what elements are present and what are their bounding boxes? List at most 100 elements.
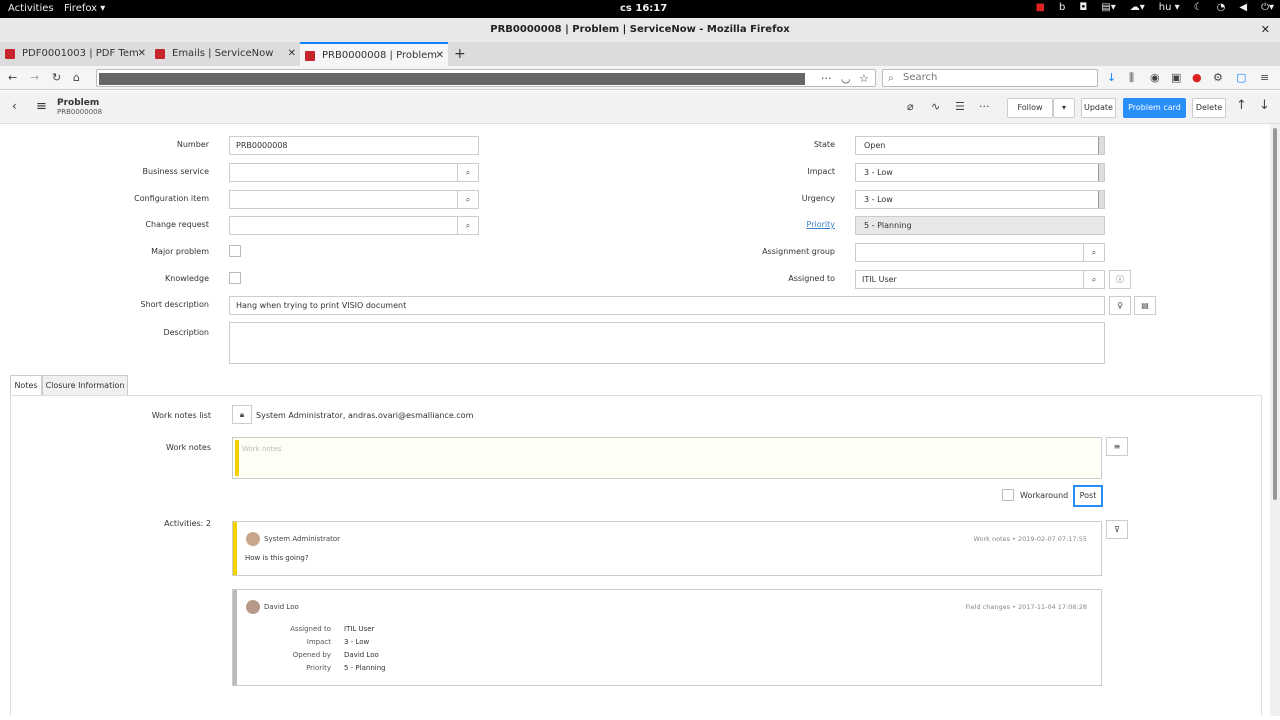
- library-icon[interactable]: ⫼: [1129, 71, 1134, 85]
- pocket-icon[interactable]: ◡: [841, 72, 851, 85]
- sidebar-icon[interactable]: ▣: [1171, 71, 1181, 84]
- tab-close-icon[interactable]: ✕: [436, 44, 444, 66]
- form-header: ‹ ≡ Problem PRB0000008 ⌀ ∿ ☰ ··· Follow …: [0, 91, 1280, 124]
- extension-icon[interactable]: ⚙: [1213, 71, 1223, 84]
- night-light-icon[interactable]: ☾: [1194, 2, 1203, 13]
- workaround-label: Workaround: [1020, 491, 1069, 500]
- major-problem-checkbox[interactable]: [229, 245, 241, 257]
- short-description-options-icon[interactable]: ▤: [1134, 296, 1156, 315]
- app-menu[interactable]: Firefox ▾: [64, 3, 105, 14]
- number-label: Number: [176, 140, 209, 149]
- bookmark-star-icon[interactable]: ☆: [859, 72, 869, 85]
- configuration-item-field[interactable]: [229, 190, 458, 209]
- forward-icon[interactable]: →: [30, 71, 39, 84]
- new-tab-icon[interactable]: +: [454, 42, 466, 66]
- sync-icon[interactable]: ◉: [1150, 71, 1160, 84]
- previous-record-icon[interactable]: ↑: [1236, 98, 1247, 113]
- activity-icon[interactable]: ∿: [931, 100, 940, 113]
- post-button[interactable]: Post: [1073, 485, 1103, 507]
- menu-icon[interactable]: ≡: [1260, 71, 1269, 84]
- tab-pdf-template[interactable]: PDF0001003 | PDF Tem ✕: [0, 42, 150, 66]
- servicenow-favicon-icon: [155, 49, 165, 59]
- work-notes-highlight-bar: [235, 440, 239, 476]
- priority-link[interactable]: Priority: [635, 220, 835, 229]
- business-service-field[interactable]: [229, 163, 458, 182]
- bing-icon[interactable]: b: [1059, 2, 1065, 13]
- personalize-icon[interactable]: ☰: [955, 100, 965, 113]
- change-request-field[interactable]: [229, 216, 458, 235]
- follow-dropdown-icon[interactable]: ▾: [1053, 98, 1075, 118]
- number-field[interactable]: PRB0000008: [229, 136, 479, 155]
- work-notes-textarea[interactable]: Work notes: [232, 437, 1102, 479]
- reload-icon[interactable]: ↻: [52, 71, 61, 84]
- urgency-value: 3 - Low: [864, 195, 893, 204]
- follow-button[interactable]: Follow: [1007, 98, 1053, 118]
- home-icon[interactable]: ⌂: [73, 71, 80, 84]
- workaround-checkbox[interactable]: [1002, 489, 1014, 501]
- update-button[interactable]: Update: [1081, 98, 1116, 118]
- field-change-value: David Loo: [344, 651, 379, 659]
- field-change-value: 3 - Low: [344, 638, 370, 646]
- next-record-icon[interactable]: ↓: [1259, 98, 1270, 113]
- assignment-group-search-icon[interactable]: ⌕: [1083, 243, 1105, 262]
- major-problem-label: Major problem: [151, 247, 209, 256]
- hamburger-menu-icon[interactable]: ≡: [36, 99, 47, 114]
- knowledge-checkbox[interactable]: [229, 272, 241, 284]
- description-textarea[interactable]: [229, 322, 1105, 364]
- urgency-select[interactable]: 3 - Low: [855, 190, 1105, 209]
- work-notes-options-icon[interactable]: ≡: [1106, 437, 1128, 456]
- assigned-to-info-icon[interactable]: ⓘ: [1109, 270, 1131, 289]
- tab-emails[interactable]: Emails | ServiceNow ✕: [150, 42, 300, 66]
- tab-problem[interactable]: PRB0000008 | Problem ✕: [300, 42, 448, 66]
- assignment-group-field[interactable]: [855, 243, 1084, 262]
- keyboard-layout[interactable]: hu ▾: [1159, 2, 1180, 13]
- power-icon[interactable]: ⏻▾: [1261, 2, 1274, 13]
- delete-button[interactable]: Delete: [1192, 98, 1226, 118]
- business-service-search-icon[interactable]: ⌕: [457, 163, 479, 182]
- page-scrollbar[interactable]: [1270, 124, 1280, 716]
- change-request-label: Change request: [145, 220, 209, 229]
- clock[interactable]: cs 16:17: [620, 3, 667, 14]
- camera-icon[interactable]: ◘: [1079, 2, 1087, 13]
- page-actions-icon[interactable]: ···: [821, 72, 832, 85]
- tray-red-icon[interactable]: ■: [1036, 2, 1045, 13]
- scrollbar-thumb[interactable]: [1273, 128, 1277, 500]
- tab-notes[interactable]: Notes: [10, 375, 42, 396]
- activities-button[interactable]: Activities: [8, 3, 54, 14]
- system-tray: ■ b ◘ ▤▾ ☁▾ hu ▾ ☾ ◔ ◀ ⏻▾: [1036, 2, 1274, 13]
- clipboard-icon[interactable]: ▤▾: [1101, 2, 1115, 13]
- volume-icon[interactable]: ◀: [1239, 2, 1247, 13]
- suggestion-lightbulb-icon[interactable]: ♀: [1109, 296, 1131, 315]
- weather-icon[interactable]: ☁▾: [1130, 2, 1145, 13]
- url-bar[interactable]: ··· ◡ ☆: [96, 69, 876, 87]
- attachment-icon[interactable]: ⌀: [907, 100, 914, 113]
- impact-select[interactable]: 3 - Low: [855, 163, 1105, 182]
- activity-filter-icon[interactable]: ⊽: [1106, 520, 1128, 539]
- short-description-field[interactable]: Hang when trying to print VISIO document: [229, 296, 1105, 315]
- state-select[interactable]: Open: [855, 136, 1105, 155]
- search-bar[interactable]: ⌕ Search: [882, 69, 1098, 87]
- downloads-icon[interactable]: ↓: [1107, 71, 1116, 84]
- assignment-group-label: Assignment group: [762, 247, 835, 256]
- more-options-icon[interactable]: ···: [979, 100, 990, 113]
- extension-badge-icon[interactable]: ▢: [1236, 71, 1246, 84]
- field-change-indicator: [233, 590, 237, 685]
- page-title: Problem: [57, 98, 100, 108]
- adblock-icon[interactable]: ●: [1192, 71, 1202, 84]
- window-close-icon[interactable]: ✕: [1261, 18, 1270, 42]
- back-icon[interactable]: ←: [8, 71, 17, 84]
- lock-icon[interactable]: 🔒︎: [232, 405, 252, 424]
- network-icon[interactable]: ◔: [1217, 2, 1226, 13]
- configuration-item-search-icon[interactable]: ⌕: [457, 190, 479, 209]
- assigned-to-field[interactable]: ITIL User: [855, 270, 1084, 289]
- priority-field: 5 - Planning: [855, 216, 1105, 235]
- change-request-search-icon[interactable]: ⌕: [457, 216, 479, 235]
- gnome-top-bar: Activities Firefox ▾ cs 16:17 ■ b ◘ ▤▾ ☁…: [0, 0, 1280, 18]
- activity-meta: Work notes • 2019-02-07 07:17:55: [973, 535, 1087, 543]
- problem-card-button[interactable]: Problem card: [1123, 98, 1186, 118]
- assigned-to-search-icon[interactable]: ⌕: [1083, 270, 1105, 289]
- tab-close-icon[interactable]: ✕: [288, 42, 296, 66]
- tab-close-icon[interactable]: ✕: [138, 42, 146, 66]
- back-arrow-icon[interactable]: ‹: [12, 99, 17, 113]
- tab-closure-information[interactable]: Closure Information: [42, 375, 128, 396]
